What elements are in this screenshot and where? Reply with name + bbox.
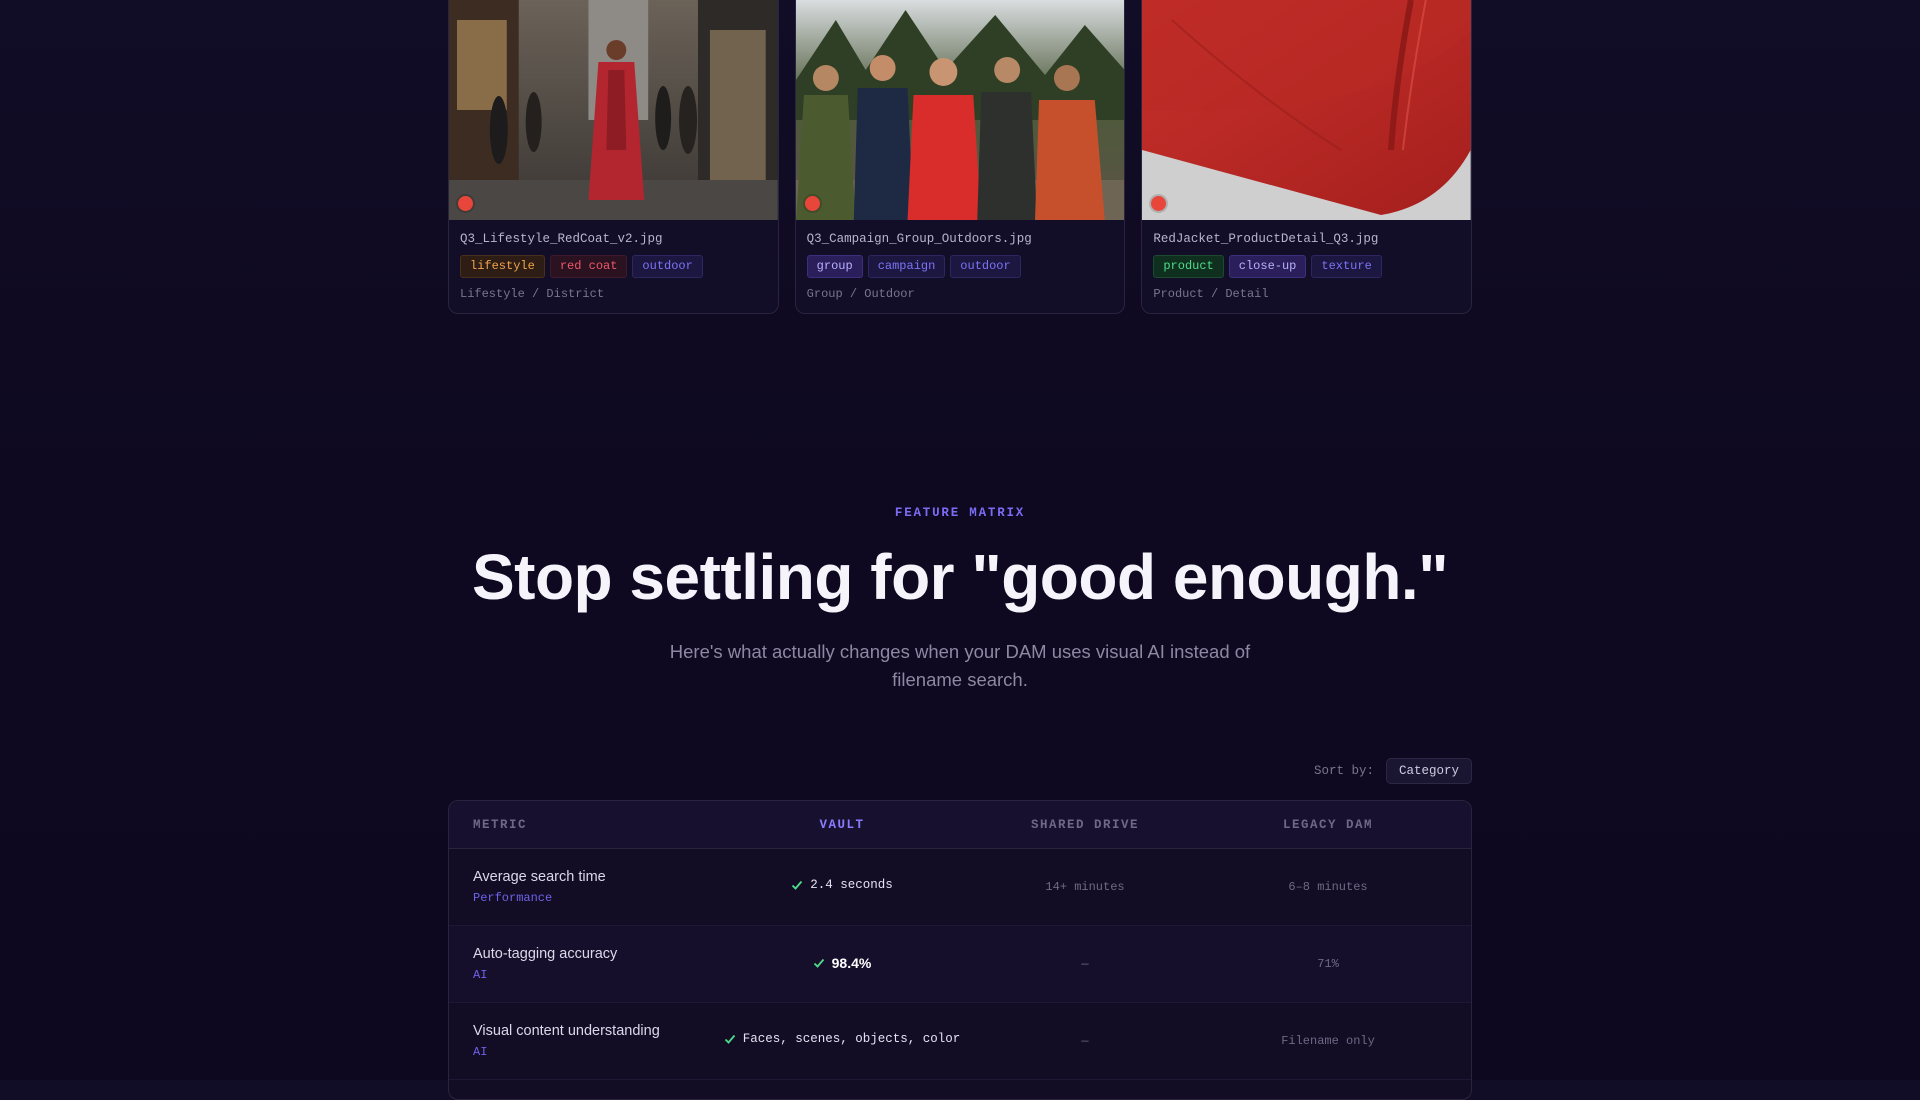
legacy-dam-value: Filename only — [1281, 1034, 1375, 1048]
shared-drive-value: — — [1081, 957, 1089, 971]
column-header-vault[interactable]: VAULT — [717, 818, 967, 832]
asset-card[interactable]: Q3_Campaign_Group_Outdoors.jpg group cam… — [794, 0, 1126, 314]
metric-category: AI — [473, 968, 488, 982]
asset-filename: Q3_Lifestyle_RedCoat_v2.jpg — [460, 232, 663, 246]
vault-value: 98.4% — [813, 954, 872, 971]
group-photo-image — [795, 0, 1125, 220]
asset-filename: Q3_Campaign_Group_Outdoors.jpg — [806, 232, 1032, 246]
asset-card[interactable]: Q3_Lifestyle_RedCoat_v2.jpg lifestyle re… — [448, 0, 779, 314]
shared-drive-value: 14+ minutes — [1045, 880, 1125, 894]
tag-chip[interactable]: group — [806, 255, 863, 278]
tag-chip[interactable]: outdoor — [632, 255, 703, 278]
vault-value-text: 98.4% — [831, 954, 872, 971]
legacy-dam-value: 6–8 minutes — [1288, 880, 1368, 894]
check-icon — [724, 1034, 735, 1044]
tag-chip[interactable]: lifestyle — [460, 255, 545, 278]
tag-chip[interactable]: campaign — [867, 255, 946, 278]
tag-chip[interactable]: close-up — [1228, 255, 1307, 278]
tag-list: product close-up texture — [1153, 255, 1460, 278]
asset-thumbnail[interactable] — [795, 0, 1125, 220]
table-row: Visual content understanding AI Faces, s… — [449, 1003, 1471, 1080]
asset-grid: Q3_Lifestyle_RedCoat_v2.jpg lifestyle re… — [448, 0, 1473, 314]
asset-filename: RedJacket_ProductDetail_Q3.jpg — [1153, 232, 1379, 246]
metric-category: Performance — [473, 891, 553, 905]
section-headline: Stop settling for "good enough." — [471, 541, 1449, 613]
sort-control: Sort by: Category — [1314, 758, 1472, 784]
product-photo-image — [1142, 0, 1472, 220]
asset-thumbnail[interactable] — [1142, 0, 1472, 220]
status-dot — [458, 196, 473, 211]
legacy-dam-value: 71% — [1317, 957, 1339, 971]
metric-name: Average search time — [473, 869, 606, 885]
metric-category: AI — [473, 1045, 488, 1059]
asset-thumbnail[interactable] — [449, 0, 778, 220]
check-icon — [813, 958, 824, 968]
check-icon — [792, 880, 803, 890]
tag-list: group campaign outdoor — [806, 255, 1114, 278]
sort-label: Sort by: — [1313, 764, 1374, 778]
metric-name: Auto-tagging accuracy — [473, 946, 618, 962]
table-row: Auto-tagging accuracy AI 98.4% — 71% — [449, 926, 1471, 1003]
status-dot — [804, 196, 820, 211]
asset-card[interactable]: RedJacket_ProductDetail_Q3.jpg product c… — [1141, 0, 1473, 314]
column-header-shared-drive[interactable]: SHARED DRIVE — [967, 818, 1203, 832]
metric-name: Visual content understanding — [473, 1023, 660, 1039]
tag-list: lifestyle red coat outdoor — [460, 255, 767, 278]
shared-drive-value: — — [1081, 1034, 1089, 1048]
category-path: Lifestyle / District — [460, 287, 605, 301]
column-header-legacy-dam[interactable]: LEGACY DAM — [1203, 818, 1453, 832]
tag-chip[interactable]: texture — [1311, 255, 1382, 278]
vault-value: Faces, scenes, objects, color — [724, 1032, 961, 1046]
tag-chip[interactable]: red coat — [549, 255, 628, 278]
vault-value-text: Faces, scenes, objects, color — [742, 1032, 961, 1046]
column-header-metric[interactable]: METRIC — [449, 818, 717, 832]
section-subtitle: Here's what actually changes when your D… — [669, 641, 1251, 690]
feature-matrix-table: METRIC VAULT SHARED DRIVE LEGACY DAM Ave… — [448, 800, 1472, 1100]
table-row: Average search time Performance 2.4 seco… — [449, 849, 1471, 926]
table-header: METRIC VAULT SHARED DRIVE LEGACY DAM — [449, 801, 1471, 849]
tag-chip[interactable]: product — [1153, 255, 1224, 278]
category-path: Product / Detail — [1153, 287, 1269, 301]
vault-value: 2.4 seconds — [791, 878, 893, 892]
street-photo-image — [449, 0, 778, 220]
tag-chip[interactable]: outdoor — [950, 255, 1021, 278]
section-eyebrow: FEATURE MATRIX — [894, 506, 1026, 520]
vault-value-text: 2.4 seconds — [810, 878, 893, 892]
category-path: Group / Outdoor — [806, 287, 915, 301]
sort-select[interactable]: Category — [1385, 758, 1472, 784]
